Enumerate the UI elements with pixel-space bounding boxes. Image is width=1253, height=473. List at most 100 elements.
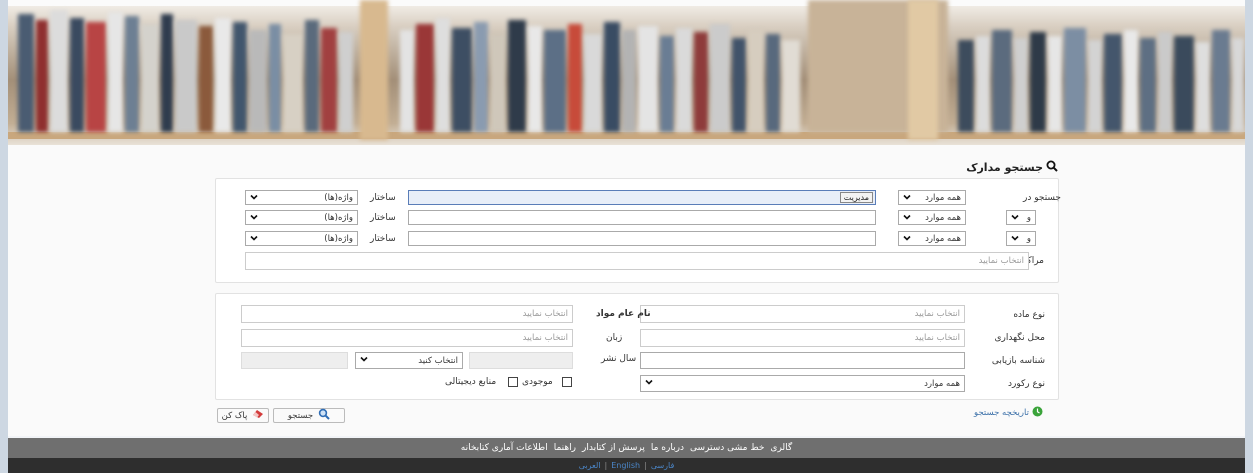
- book: [1158, 32, 1172, 132]
- chevron-down-icon: [360, 355, 368, 363]
- language-input[interactable]: انتخاب نمایید: [241, 329, 573, 347]
- chevron-down-icon: [903, 213, 911, 221]
- field-select-3[interactable]: همه موارد: [898, 231, 966, 246]
- search-term-tag[interactable]: مدیریت: [839, 192, 873, 203]
- pub-year-select[interactable]: انتخاب کنید: [355, 352, 463, 369]
- book: [233, 22, 247, 132]
- book: [604, 22, 620, 132]
- book: [694, 32, 708, 132]
- page-title: جستجو مدارک: [966, 160, 1058, 175]
- record-type-label: نوع رکورد: [1007, 379, 1045, 389]
- book: [249, 30, 267, 132]
- history-icon: [1032, 406, 1043, 420]
- structure-select-3-value: واژه(ها): [324, 233, 353, 244]
- book: [1124, 30, 1138, 132]
- shelf: [8, 132, 1245, 139]
- clear-button-label: پاک کن: [221, 410, 248, 421]
- language-label: زبان: [606, 333, 623, 343]
- window-frame-left: [0, 0, 8, 473]
- shelf-divider: [908, 0, 938, 140]
- search-button[interactable]: جستجو: [273, 408, 345, 423]
- field-select-1[interactable]: همه موارد: [898, 190, 966, 205]
- search-icon: [318, 408, 330, 423]
- book: [436, 18, 450, 132]
- digital-resources-label: منابع دیجیتالی: [445, 377, 497, 387]
- book: [161, 14, 173, 132]
- chevron-down-icon: [1011, 234, 1019, 242]
- chevron-down-icon: [645, 378, 653, 386]
- language-link-arabic[interactable]: العربی: [579, 461, 601, 470]
- pub-year-input-to[interactable]: [241, 352, 348, 369]
- book: [1212, 30, 1230, 132]
- book: [748, 30, 764, 132]
- operator-select-3-value: و: [1026, 233, 1031, 244]
- field-select-2[interactable]: همه موارد: [898, 210, 966, 225]
- material-type-input[interactable]: انتخاب نمایید: [640, 305, 965, 323]
- book: [766, 34, 780, 132]
- record-type-select[interactable]: همه موارد: [640, 375, 965, 392]
- structure-select-2[interactable]: واژه(ها): [245, 210, 358, 225]
- book: [490, 34, 506, 132]
- search-history-label: تاریخچه جستجو: [974, 408, 1029, 418]
- pub-year-input[interactable]: [469, 352, 573, 369]
- book: [508, 20, 526, 132]
- footer-link-help[interactable]: راهنما: [554, 443, 576, 453]
- language-placeholder: انتخاب نمایید: [522, 333, 568, 343]
- structure-select-3[interactable]: واژه(ها): [245, 231, 358, 246]
- book: [544, 30, 566, 132]
- book: [321, 28, 337, 132]
- field-select-1-value: همه موارد: [925, 192, 961, 203]
- search-term-input-2[interactable]: [408, 210, 876, 225]
- call-number-input[interactable]: [640, 352, 965, 369]
- book: [732, 38, 746, 132]
- footer-link-about[interactable]: درباره ما: [651, 443, 684, 453]
- search-history-link[interactable]: تاریخچه جستجو: [974, 406, 1043, 420]
- book: [50, 10, 68, 132]
- chevron-down-icon: [250, 213, 258, 221]
- book: [1104, 34, 1122, 132]
- availability-checkbox[interactable]: [562, 377, 572, 387]
- chevron-down-icon: [250, 193, 258, 201]
- book: [958, 40, 974, 132]
- book: [710, 24, 730, 132]
- book: [36, 20, 48, 132]
- centers-placeholder: انتخاب نمایید: [978, 256, 1024, 266]
- language-link-persian[interactable]: فارسی: [651, 461, 675, 470]
- footer-link-gallery[interactable]: گالری: [770, 443, 792, 453]
- operator-select-2[interactable]: و: [1006, 210, 1036, 225]
- search-button-label: جستجو: [287, 410, 314, 421]
- search-term-input-3[interactable]: [408, 231, 876, 246]
- chevron-down-icon: [903, 193, 911, 201]
- field-select-3-value: همه موارد: [925, 233, 961, 244]
- structure-label-1: ساختار: [370, 193, 396, 203]
- page-title-text: جستجو مدارک: [966, 161, 1043, 174]
- location-input[interactable]: انتخاب نمایید: [640, 329, 965, 347]
- clear-button[interactable]: پاک کن: [217, 408, 269, 423]
- footer-link-ask-librarian[interactable]: پرسش از کتابدار: [582, 443, 645, 453]
- footer-link-access-policy[interactable]: خط مشی دسترسی: [690, 443, 764, 453]
- book: [141, 24, 159, 132]
- book: [676, 28, 692, 132]
- centers-input[interactable]: انتخاب نمایید: [245, 252, 1029, 270]
- location-placeholder: انتخاب نمایید: [914, 333, 960, 343]
- footer-links: گالری خط مشی دسترسی درباره ما پرسش از کت…: [8, 438, 1245, 458]
- search-term-input-1[interactable]: مدیریت: [408, 190, 876, 205]
- book: [175, 20, 197, 132]
- language-separator: |: [644, 461, 647, 470]
- general-material-input[interactable]: انتخاب نمایید: [241, 305, 573, 323]
- structure-select-1[interactable]: واژه(ها): [245, 190, 358, 205]
- book: [125, 16, 139, 132]
- operator-select-2-value: و: [1026, 212, 1031, 223]
- book: [638, 26, 658, 132]
- pub-year-label: سال نشر: [601, 354, 637, 364]
- pub-year-select-value: انتخاب کنید: [418, 355, 458, 366]
- language-bar: العربی | English | فارسی: [8, 458, 1245, 473]
- book: [452, 28, 472, 132]
- digital-resources-checkbox[interactable]: [508, 377, 518, 387]
- language-link-english[interactable]: English: [611, 461, 640, 470]
- structure-select-1-value: واژه(ها): [324, 192, 353, 203]
- search-in-label: جستجو در: [1023, 193, 1061, 203]
- footer-link-statistics[interactable]: اطلاعات آماری کتابخانه: [461, 443, 548, 453]
- book: [782, 40, 800, 132]
- operator-select-3[interactable]: و: [1006, 231, 1036, 246]
